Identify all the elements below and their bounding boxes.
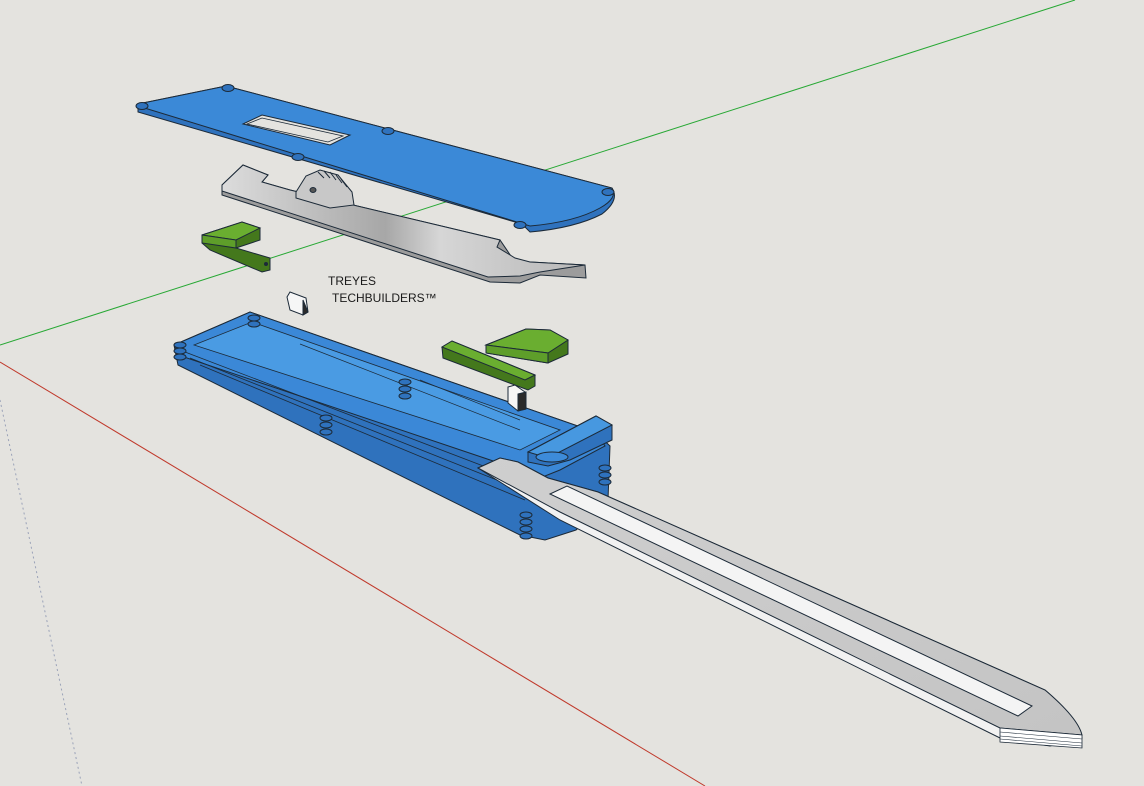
modeling-viewport[interactable]: TREYES TECHBUILDERS™: [0, 0, 1144, 786]
3d-scene[interactable]: [0, 0, 1144, 786]
watermark-line-1: TREYES: [328, 274, 377, 288]
watermark-line-2: TECHBUILDERS™: [332, 291, 437, 305]
green-cap-right[interactable]: [484, 328, 569, 364]
blue-axis-dotted: [0, 399, 83, 786]
green-lever-left[interactable]: [201, 221, 271, 273]
small-spacer-block[interactable]: [286, 291, 309, 316]
